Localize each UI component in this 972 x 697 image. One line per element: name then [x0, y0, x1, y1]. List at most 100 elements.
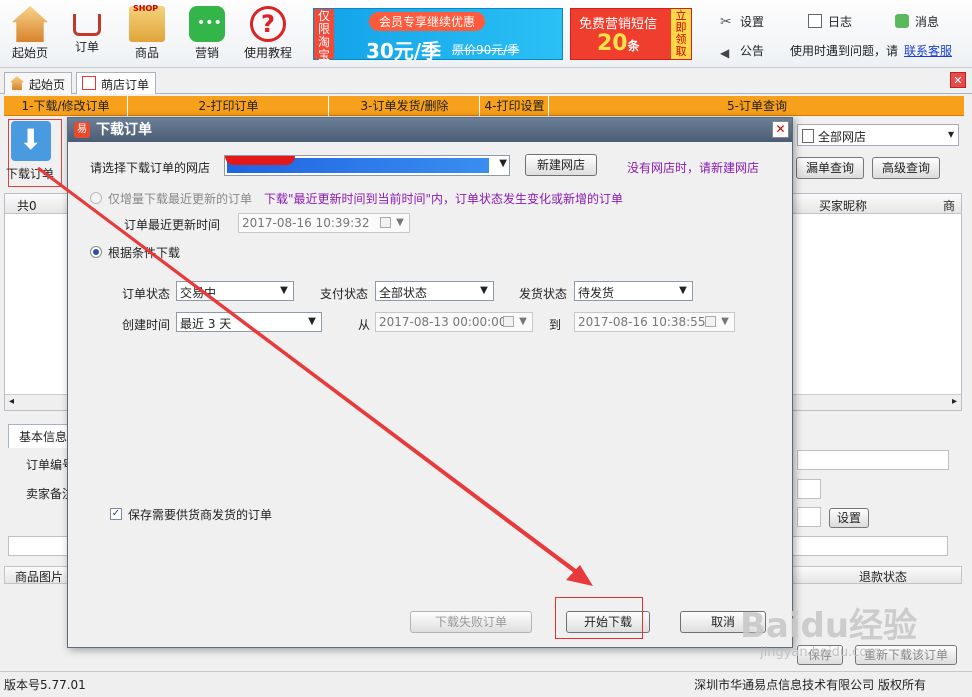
- to-datetime-value: 2017-08-16 10:38:55: [578, 315, 706, 329]
- messages-link[interactable]: 消息: [895, 13, 939, 30]
- scroll-left-icon[interactable]: ◂: [9, 396, 14, 407]
- baidu-watermark-url: jingyan.baidu.com: [760, 645, 880, 660]
- orders-toolbar-button[interactable]: 订单: [57, 4, 117, 64]
- vip-promo-tag: 仅限淘宝: [314, 9, 334, 62]
- ship-status-label: 发货状态: [519, 287, 568, 301]
- chevron-down-icon[interactable]: ▼: [514, 313, 532, 331]
- from-datetime[interactable]: 2017-08-13 00:00:00 ▼: [375, 312, 533, 332]
- home-toolbar-button[interactable]: 起始页: [0, 4, 60, 64]
- tools-icon: ✂: [720, 14, 732, 30]
- order-detail-field-2[interactable]: [797, 479, 821, 499]
- missed-query-button[interactable]: 漏单查询: [796, 157, 864, 179]
- download-failed-orders-button[interactable]: 下载失败订单: [410, 611, 532, 633]
- ship-status-select[interactable]: 待发货 ▼: [574, 281, 693, 301]
- copyright-label: 深圳市华通易点信息技术有限公司 版权所有: [694, 678, 926, 692]
- save-supplier-checkbox[interactable]: ✓: [110, 508, 122, 520]
- step-print-orders[interactable]: 2-打印订单: [129, 96, 329, 116]
- conditional-radio[interactable]: [90, 246, 102, 258]
- tab-home-label: 起始页: [29, 78, 66, 92]
- log-link-label: 日志: [828, 15, 853, 29]
- close-tab-button[interactable]: ✕: [950, 72, 966, 88]
- marketing-toolbar-button[interactable]: 营销: [177, 4, 237, 64]
- announcement-link-label: 公告: [740, 44, 765, 58]
- chevron-down-icon[interactable]: ▼: [303, 313, 321, 331]
- conditional-option-label[interactable]: 根据条件下载: [108, 244, 180, 261]
- store-select-combo[interactable]: ▼: [224, 155, 510, 176]
- document-icon: [808, 14, 822, 28]
- chevron-down-icon[interactable]: ▼: [475, 282, 493, 300]
- sms-promo-unit: 条: [627, 39, 640, 53]
- col-goods-truncated[interactable]: 商: [943, 197, 955, 214]
- step-ship-delete[interactable]: 3-订单发货/删除: [330, 96, 480, 116]
- tab-shop-orders-label: 萌店订单: [101, 78, 150, 92]
- pay-status-select[interactable]: 全部状态 ▼: [375, 281, 494, 301]
- log-link[interactable]: 日志: [808, 13, 852, 30]
- goods-toolbar-label: 商品: [134, 46, 159, 60]
- sms-promo-tag: 立即领取: [671, 9, 691, 59]
- new-store-button[interactable]: 新建网店: [525, 154, 597, 176]
- settings-link-label: 设置: [740, 15, 765, 29]
- goods-toolbar-button[interactable]: 商品: [117, 4, 177, 64]
- chevron-down-icon[interactable]: ▼: [499, 158, 507, 169]
- order-detail-field-1[interactable]: [797, 450, 949, 470]
- step-download-modify[interactable]: 1-下载/修改订单: [4, 96, 128, 116]
- chevron-down-icon[interactable]: ▼: [391, 214, 409, 232]
- home-small-icon: [10, 76, 24, 90]
- vip-promo-price: 30元/季: [366, 39, 442, 63]
- main-toolbar: 起始页 订单 商品 营销 ? 使用教程 仅限淘宝 会员专享继续优惠 30元/季 …: [0, 0, 972, 68]
- shop-icon: [129, 4, 165, 42]
- messages-link-label: 消息: [915, 15, 940, 29]
- sms-promo-count: 20: [597, 31, 628, 56]
- col-buyer-nick[interactable]: 买家昵称: [819, 197, 867, 214]
- dialog-titlebar[interactable]: 易 下载订单 ✕: [68, 118, 792, 142]
- dialog-close-icon[interactable]: ✕: [772, 121, 789, 138]
- chevron-down-icon[interactable]: ▼: [716, 313, 734, 331]
- tutorial-toolbar-button[interactable]: ? 使用教程: [237, 4, 299, 64]
- store-filter-select[interactable]: 全部网店: [797, 124, 959, 146]
- save-supplier-label[interactable]: 保存需要供货商发货的订单: [128, 506, 272, 523]
- orders-toolbar-label: 订单: [74, 40, 99, 54]
- to-datetime[interactable]: 2017-08-16 10:38:55 ▼: [574, 312, 735, 332]
- scroll-right-icon[interactable]: ▸: [952, 396, 957, 407]
- create-time-select[interactable]: 最近 3 天 ▼: [176, 312, 322, 332]
- vip-promo-banner[interactable]: 仅限淘宝 会员专享继续优惠 30元/季 原价90元/季: [313, 8, 563, 63]
- download-order-dialog: 易 下载订单 ✕ 请选择下载订单的网店 ▼ 新建网店 没有网店时，请新建网店 仅…: [67, 117, 793, 648]
- sms-promo-count-line: 20条: [597, 31, 640, 56]
- last-update-value: 2017-08-16 10:39:32: [242, 216, 370, 230]
- baidu-watermark: Baidu经验: [740, 606, 918, 646]
- orders-total-count: 共0: [17, 199, 37, 213]
- order-detail-field-3[interactable]: [797, 507, 821, 527]
- tab-shop-orders[interactable]: 萌店订单: [76, 72, 157, 94]
- redacted-store-name: [225, 156, 295, 165]
- ship-status-value: 待发货: [578, 286, 615, 300]
- version-label: 版本号5.77.01: [4, 678, 86, 692]
- detail-set-button[interactable]: 设置: [829, 508, 869, 528]
- contact-support-link[interactable]: 联系客服: [904, 44, 952, 58]
- settings-link[interactable]: ✂ 设置: [720, 13, 764, 30]
- step-order-query[interactable]: 5-订单查询: [550, 96, 964, 116]
- order-status-select[interactable]: 交易中 ▼: [176, 281, 294, 301]
- announcement-link[interactable]: ◀ 公告: [720, 42, 764, 60]
- calendar-icon: [503, 316, 514, 327]
- download-order-label[interactable]: 下载订单: [6, 165, 54, 182]
- pay-status-value: 全部状态: [379, 286, 428, 300]
- start-download-highlight: [555, 597, 643, 639]
- vip-promo-title: 会员专享继续优惠: [369, 12, 486, 31]
- step-print-settings[interactable]: 4-打印设置: [481, 96, 549, 116]
- sms-promo-banner[interactable]: 免费营销短信 20条 立即领取: [570, 8, 692, 60]
- advanced-query-button[interactable]: 高级查询: [872, 157, 940, 179]
- incremental-option-label[interactable]: 仅增量下载最近更新的订单: [108, 190, 252, 207]
- col-refund-status[interactable]: 退款状态: [859, 568, 907, 585]
- from-label: 从: [358, 318, 371, 332]
- tutorial-toolbar-label: 使用教程: [243, 46, 292, 60]
- last-update-datetime[interactable]: 2017-08-16 10:39:32 ▼: [238, 213, 410, 233]
- incremental-radio[interactable]: [90, 192, 102, 204]
- home-toolbar-label: 起始页: [11, 46, 48, 60]
- download-icon[interactable]: [11, 121, 51, 161]
- pay-status-label: 支付状态: [320, 287, 369, 301]
- tab-home[interactable]: 起始页: [4, 72, 73, 94]
- chevron-down-icon[interactable]: ▼: [674, 282, 692, 300]
- chat-icon: [189, 6, 225, 42]
- chevron-down-icon[interactable]: ▼: [275, 282, 293, 300]
- col-goods-image[interactable]: 商品图片: [15, 568, 63, 585]
